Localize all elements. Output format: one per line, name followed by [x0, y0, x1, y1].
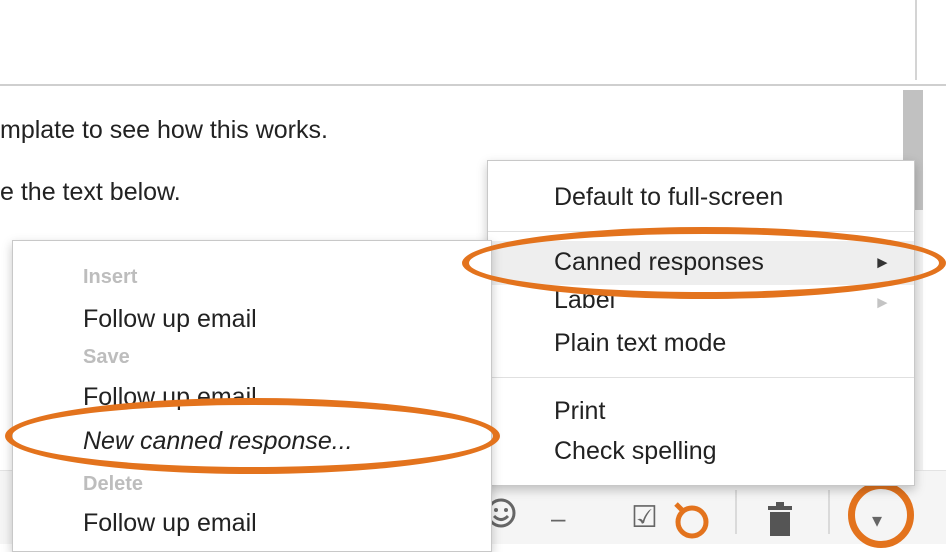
- trash-icon[interactable]: [766, 502, 794, 544]
- insert-header: Insert: [83, 266, 138, 288]
- menu-item-label[interactable]: Label: [554, 286, 615, 315]
- new-canned-response[interactable]: New canned response...: [83, 427, 353, 456]
- toolbar-separator: [735, 490, 737, 534]
- menu-separator: [488, 231, 914, 232]
- compose-header-border: [0, 84, 946, 86]
- menu-item-canned-responses[interactable]: Canned responses ►: [488, 241, 914, 285]
- delete-header: Delete: [83, 473, 144, 495]
- toolbar-separator: [828, 490, 830, 534]
- insert-follow-up-email[interactable]: Follow up email: [83, 305, 257, 334]
- compose-header-area: [0, 0, 946, 85]
- body-line-2[interactable]: e the text below.: [0, 178, 181, 207]
- menu-item-plain-text[interactable]: Plain text mode: [554, 329, 726, 358]
- save-header: Save: [83, 346, 130, 368]
- minus-icon[interactable]: –: [551, 505, 565, 531]
- menu-separator: [488, 377, 914, 378]
- checkbox-icon[interactable]: ☑: [631, 503, 658, 533]
- submenu-arrow-icon: ►: [874, 253, 891, 272]
- menu-item-check-spelling[interactable]: Check spelling: [554, 437, 717, 466]
- header-divider: [915, 0, 917, 80]
- menu-item-print[interactable]: Print: [554, 397, 605, 426]
- more-options-icon[interactable]: ▾: [872, 511, 882, 531]
- body-line-1[interactable]: mplate to see how this works.: [0, 116, 328, 145]
- delete-follow-up-email[interactable]: Follow up email: [83, 509, 257, 538]
- more-options-menu: Default to full-screen Canned responses …: [487, 160, 915, 486]
- menu-item-default-fullscreen[interactable]: Default to full-screen: [554, 183, 783, 212]
- save-follow-up-email[interactable]: Follow up email: [83, 383, 257, 412]
- boomerang-icon[interactable]: [672, 500, 712, 546]
- canned-responses-submenu: Insert Follow up email Save Follow up em…: [12, 240, 492, 552]
- label-arrow-icon: ►: [874, 293, 891, 312]
- canned-responses-label: Canned responses: [554, 248, 764, 276]
